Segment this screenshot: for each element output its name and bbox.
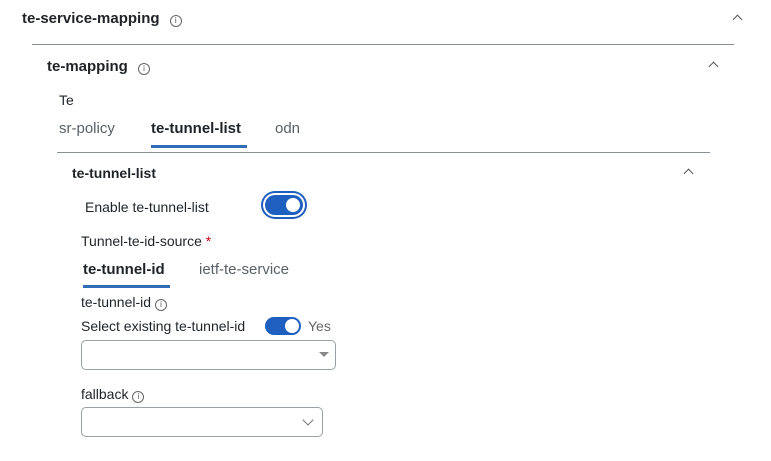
enable-label: Enable te-tunnel-list	[85, 199, 209, 215]
divider	[32, 44, 734, 45]
required-mark: *	[205, 233, 212, 249]
chevron-up-icon[interactable]	[732, 14, 743, 25]
group-label: Te	[59, 92, 74, 108]
select-existing-label: Select existing te-tunnel-id	[81, 318, 246, 334]
tunnel-id-label: te-tunnel-id i	[81, 294, 167, 311]
tab-odn[interactable]: odn	[275, 120, 300, 137]
fallback-select[interactable]	[81, 407, 323, 437]
toggle-state-text: Yes	[308, 318, 331, 334]
divider	[57, 152, 710, 153]
section-title: te-mapping	[47, 58, 128, 75]
enable-toggle[interactable]	[265, 195, 303, 215]
info-icon[interactable]: i	[138, 63, 151, 75]
source-label-text: Tunnel-te-id-source	[81, 233, 202, 249]
active-tab-indicator	[83, 285, 170, 288]
tunnel-id-label-text: te-tunnel-id	[81, 294, 152, 310]
chevron-up-icon[interactable]	[683, 168, 694, 179]
chevron-down-icon	[302, 414, 314, 426]
tab-te-tunnel-id[interactable]: te-tunnel-id	[83, 261, 165, 278]
tab-sr-policy[interactable]: sr-policy	[59, 120, 115, 137]
fallback-label-text: fallback	[81, 386, 129, 402]
source-label: Tunnel-te-id-source *	[81, 233, 211, 249]
info-icon[interactable]: i	[169, 15, 182, 27]
info-icon[interactable]: i	[132, 391, 145, 403]
tab-te-tunnel-list[interactable]: te-tunnel-list	[151, 120, 241, 137]
te-service-mapping-title: te-service-mapping i	[22, 10, 182, 27]
fallback-label: fallback i	[81, 386, 145, 403]
section-title: te-service-mapping	[22, 10, 160, 27]
active-tab-indicator	[151, 145, 247, 148]
info-icon[interactable]: i	[154, 299, 167, 311]
chevron-up-icon[interactable]	[708, 61, 719, 72]
caret-down-icon	[319, 352, 329, 357]
te-mapping-title: te-mapping i	[47, 58, 151, 75]
te-tunnel-id-select[interactable]	[81, 340, 336, 370]
te-tunnel-list-title: te-tunnel-list	[72, 165, 156, 181]
select-existing-toggle[interactable]	[265, 317, 301, 335]
tab-ietf-te-service[interactable]: ietf-te-service	[199, 261, 289, 278]
